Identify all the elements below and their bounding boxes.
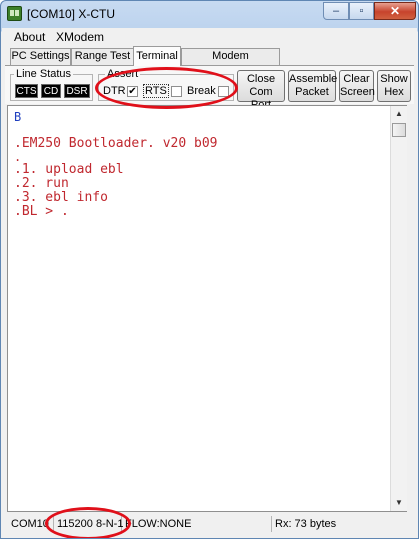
status-flow: FLOW:NONE [122,516,272,532]
status-bar: COM10 115200 8-N-1 FLOW:NONE Rx: 73 byte… [2,514,417,538]
dsr-indicator: DSR [64,84,90,98]
show-hex-label-1: Show [380,73,408,85]
scroll-thumb[interactable] [392,123,406,137]
assert-group: Assert DTR ✔ RTS Break [98,68,234,101]
scroll-down-arrow[interactable]: ▼ [391,495,407,511]
tab-terminal[interactable]: Terminal [133,46,181,66]
break-label: Break [187,85,216,97]
close-com-port-label-1: Close [246,73,276,85]
cts-indicator: CTS [15,84,38,98]
dtr-checkbox[interactable]: ✔ [127,86,138,97]
terminal-toolbar: Line Status CTS CD DSR Assert DTR ✔ RTS … [5,65,414,111]
menu-xmodem[interactable]: XModem [56,30,104,44]
assert-label: Assert [105,68,141,80]
close-button[interactable]: ✕ [374,2,416,20]
terminal-line-7: .BL > . [14,204,69,219]
cd-indicator: CD [41,84,61,98]
terminal-line-4: .1. upload ebl [14,162,124,177]
scroll-up-arrow[interactable]: ▲ [391,106,407,122]
menu-about[interactable]: About [14,30,45,44]
terminal-line-6: .3. ebl info [14,190,108,205]
title-bar[interactable]: [COM10] X-CTU – ▫ ✕ [1,1,418,27]
assemble-packet-label-2: Packet [295,86,329,98]
menu-bar: About XModem [2,28,417,46]
maximize-button[interactable]: ▫ [349,2,374,20]
rts-checkbox[interactable] [171,86,182,97]
terminal-line-5: .2. run [14,176,69,191]
dtr-label: DTR [103,85,126,97]
assemble-packet-button[interactable]: Assemble Packet [288,70,338,102]
status-settings: 115200 8-N-1 [54,516,123,532]
show-hex-label-2: Hex [384,86,404,98]
terminal-scrollbar[interactable]: ▲ ▼ [390,106,407,511]
break-checkbox[interactable] [218,86,229,97]
tab-pc-settings[interactable]: PC Settings [10,48,71,65]
clear-screen-button[interactable]: Clear Screen [339,70,375,102]
status-rx: Rx: 73 bytes [275,518,337,530]
window-title: [COM10] X-CTU [27,7,116,21]
tab-strip: PC Settings Range Test Terminal Modem Co… [2,46,417,77]
xctu-window: [COM10] X-CTU – ▫ ✕ About XModem PC Sett… [0,0,419,539]
status-port: COM10 [8,516,54,532]
tab-modem-configuration[interactable]: Modem Configuration [181,48,280,77]
line-status-group: Line Status CTS CD DSR [10,68,93,101]
minimize-button[interactable]: – [323,2,349,20]
clear-screen-label-1: Clear [343,73,370,85]
xctu-app-icon [7,6,22,21]
terminal-line-2: .EM250 Bootloader. v20 b09 [14,136,218,151]
assemble-packet-label-1: Assemble [289,73,338,85]
terminal-output[interactable]: B .EM250 Bootloader. v20 b09 . .1. uploa… [7,105,407,512]
terminal-line-0: B [14,110,22,124]
line-status-label: Line Status [14,68,74,80]
show-hex-button[interactable]: Show Hex [377,70,411,102]
rts-label: RTS [143,84,169,98]
tab-range-test[interactable]: Range Test [71,48,134,65]
close-com-port-button[interactable]: Close Com Port [237,70,285,111]
clear-screen-label-2: Screen [340,86,375,98]
